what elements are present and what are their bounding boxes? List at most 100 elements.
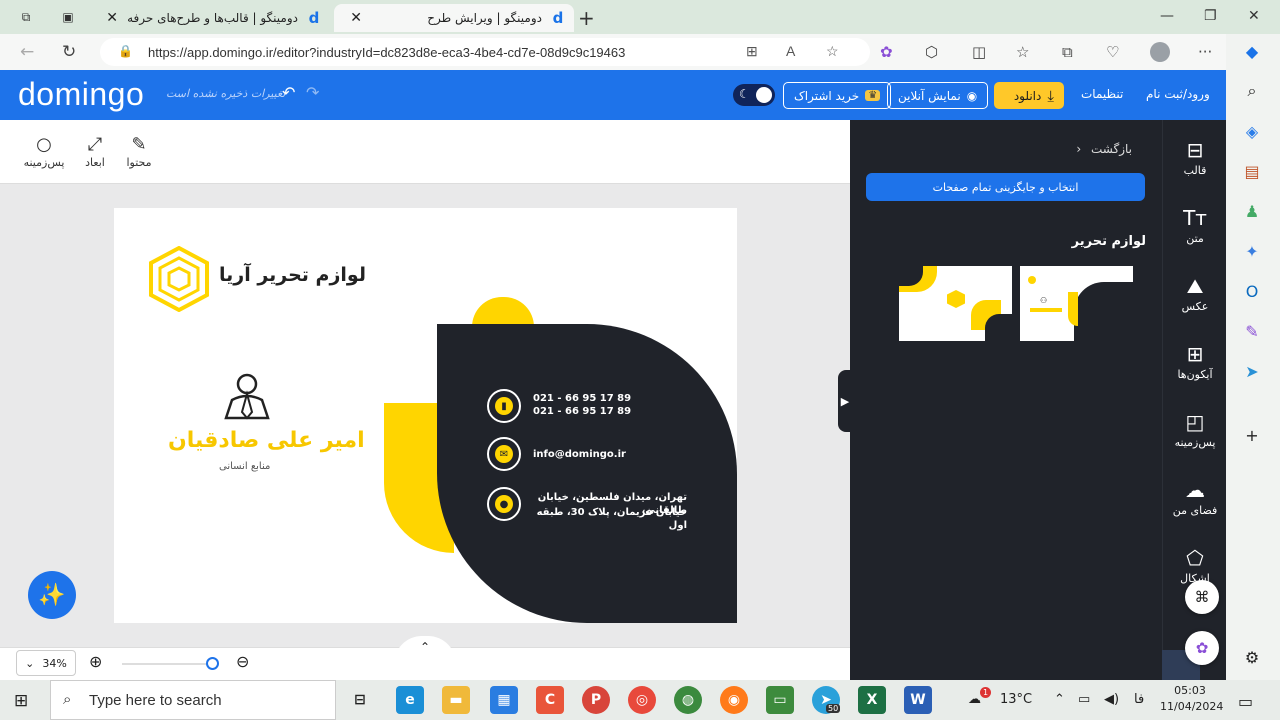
copilot-brain-icon[interactable]: ✿ [880,43,893,61]
app-p-icon[interactable]: P [582,686,610,714]
download-button[interactable]: ⤓ دانلود [994,82,1064,109]
battery-icon[interactable]: ▭ [1078,692,1090,707]
taskbar-search[interactable]: ⌕ Type here to search [50,680,336,720]
rail-label: عکس [1181,300,1209,313]
app-c-icon[interactable]: C [536,686,564,714]
content-tool[interactable]: ✎ محتوا [117,134,161,169]
favorites-icon[interactable]: ☆ [1016,43,1029,61]
tab-templates[interactable]: d دومینگو | قالب‌ها و طرح‌های حرفه‌ ✕ [96,4,330,32]
close-window-icon[interactable]: ✕ [1248,8,1260,24]
close-tab-icon[interactable]: ✕ [350,10,362,26]
card-email[interactable]: info@domingo.ir [533,448,626,461]
m365-icon[interactable]: ✦ [1241,240,1263,262]
designer-icon[interactable]: ✎ [1241,320,1263,342]
windows-start-icon[interactable]: ⊞ [14,691,28,711]
firefox-icon[interactable]: ◉ [720,686,748,714]
dimensions-tool[interactable]: ⤢ ابعاد [73,134,117,169]
add-sidebar-icon[interactable]: + [1241,424,1263,446]
template-thumbnail-back[interactable]: ⚇ [1020,266,1133,341]
card-person-role[interactable]: منابع انسانی [219,461,270,472]
notifications-icon[interactable]: ▭ [1238,692,1253,711]
rail-item-shapes[interactable]: ⬠ اشکال [1163,546,1227,585]
workspaces-icon[interactable]: ⧉ [16,7,36,27]
extensions-icon[interactable]: ⬡ [925,43,938,61]
split-screen-icon[interactable]: ◫ [972,43,986,61]
rail-item-icons[interactable]: ⊞ آیکون‌ها [1163,342,1227,381]
template-thumbnail-front[interactable] [899,266,1012,341]
dark-mode-toggle[interactable]: ☾ [733,84,775,106]
login-link[interactable]: ورود/ثبت نام [1146,87,1210,101]
select-all-pages-button[interactable]: انتخاب و جایگزینی تمام صفحات [866,173,1145,201]
close-tab-icon[interactable]: ✕ [106,10,118,26]
online-preview-button[interactable]: ◉ نمایش آنلاین [887,82,989,109]
language-indicator[interactable]: فا [1134,692,1144,707]
favorite-star-icon[interactable]: ☆ [826,43,839,60]
person-icon[interactable] [222,372,272,420]
url-bar[interactable]: 🔒 https://app.domingo.ir/editor?industry… [100,38,870,66]
rail-item-my-space[interactable]: ☁ فضای من [1163,478,1227,517]
back-link[interactable]: بازگشت ‹ [1076,142,1132,156]
card-person-name[interactable]: امیر علی صادقیان [168,428,365,453]
collections-icon[interactable]: ⧉ [1062,43,1073,61]
settings-link[interactable]: تنظیمات [1081,87,1123,101]
tray-chevron-up-icon[interactable]: ⌃ [1054,692,1065,707]
back-icon[interactable]: ← [20,42,34,62]
tag-icon[interactable]: ◈ [1241,120,1263,142]
excel-icon[interactable]: X [858,686,886,714]
volume-icon[interactable]: ◀) [1104,692,1119,707]
buy-subscription-button[interactable]: ♛ خرید اشتراک [783,82,892,109]
minimize-icon[interactable]: — [1160,8,1174,24]
translate-icon[interactable]: ⌘ [1185,580,1219,614]
business-card-canvas[interactable]: لوازم تحریر آریا امیر علی صادقیان منابع … [114,208,737,623]
copilot-icon[interactable]: ◆ [1241,40,1263,62]
hexagon-logo-icon[interactable] [148,246,210,312]
card-address-2[interactable]: خیابان فریمان، پلاک 30، طبقه اول [531,506,687,532]
profile-avatar[interactable] [1150,42,1170,62]
zoom-slider-knob[interactable] [206,657,219,670]
performance-icon[interactable]: ♡ [1106,43,1119,61]
magic-wand-button[interactable]: ✨ [28,571,76,619]
file-explorer-icon[interactable]: ▬ [442,686,470,714]
send-icon[interactable]: ➤ [1241,360,1263,382]
globe-app-icon[interactable]: ◍ [674,686,702,714]
refresh-icon[interactable]: ↻ [62,42,76,62]
games-icon[interactable]: ♟ [1241,200,1263,222]
sidebar-settings-icon[interactable]: ⚙ [1241,646,1263,668]
card-phone-1[interactable]: 021 - 66 95 17 89 [533,392,631,405]
chrome-icon[interactable]: ◎ [628,686,656,714]
ai-brain-icon[interactable]: ✿ [1185,631,1219,665]
read-aloud-icon[interactable]: A [786,43,795,59]
rail-item-image[interactable]: ⛰ عکس [1163,274,1227,313]
app-green-icon[interactable]: ▭ [766,686,794,714]
more-menu-icon[interactable]: ··· [1198,43,1212,61]
zoom-select[interactable]: ⌄ 34% [16,650,76,676]
domingo-logo[interactable]: domingo [18,76,144,113]
undo-icon[interactable]: ↶ [282,83,295,102]
tab-actions-icon[interactable]: ▣ [58,7,78,27]
zoom-out-icon[interactable]: ⊖ [236,652,249,671]
rail-item-text[interactable]: Tт متن [1163,206,1227,245]
restore-icon[interactable]: ❐ [1204,8,1217,24]
new-tab-button[interactable]: + [578,6,595,30]
taskbar-clock[interactable]: 05:03 11/04/2024 [1160,683,1223,715]
zoom-in-icon[interactable]: ⊕ [89,652,102,671]
weather-icon[interactable]: ☁ [968,692,981,707]
edge-icon[interactable]: e [396,686,424,714]
task-view-icon[interactable]: ⊟ [346,686,374,714]
store-icon[interactable]: ▦ [490,686,518,714]
weather-temp[interactable]: 13°C [1000,692,1032,707]
card-brand-name[interactable]: لوازم تحریر آریا [219,264,366,286]
tab-editor[interactable]: d دومینگو | ویرایش طرح ✕ [334,4,574,32]
tools-icon[interactable]: ▤ [1241,160,1263,182]
zoom-slider-track[interactable] [122,663,214,665]
redo-icon[interactable]: ↷ [306,83,319,102]
rail-item-background[interactable]: ◰ پس‌زمینه [1163,410,1227,449]
search-icon[interactable]: ⌕ [1241,80,1263,102]
background-tool[interactable]: ○ پس‌زمینه [22,134,66,169]
app-available-icon[interactable]: ⊞ [746,43,758,60]
word-icon[interactable]: W [904,686,932,714]
outlook-icon[interactable]: O [1241,280,1263,302]
lock-icon[interactable]: 🔒 [118,44,133,58]
card-phone-2[interactable]: 021 - 66 95 17 89 [533,405,631,418]
rail-item-template[interactable]: ⊟ قالب [1163,138,1227,177]
